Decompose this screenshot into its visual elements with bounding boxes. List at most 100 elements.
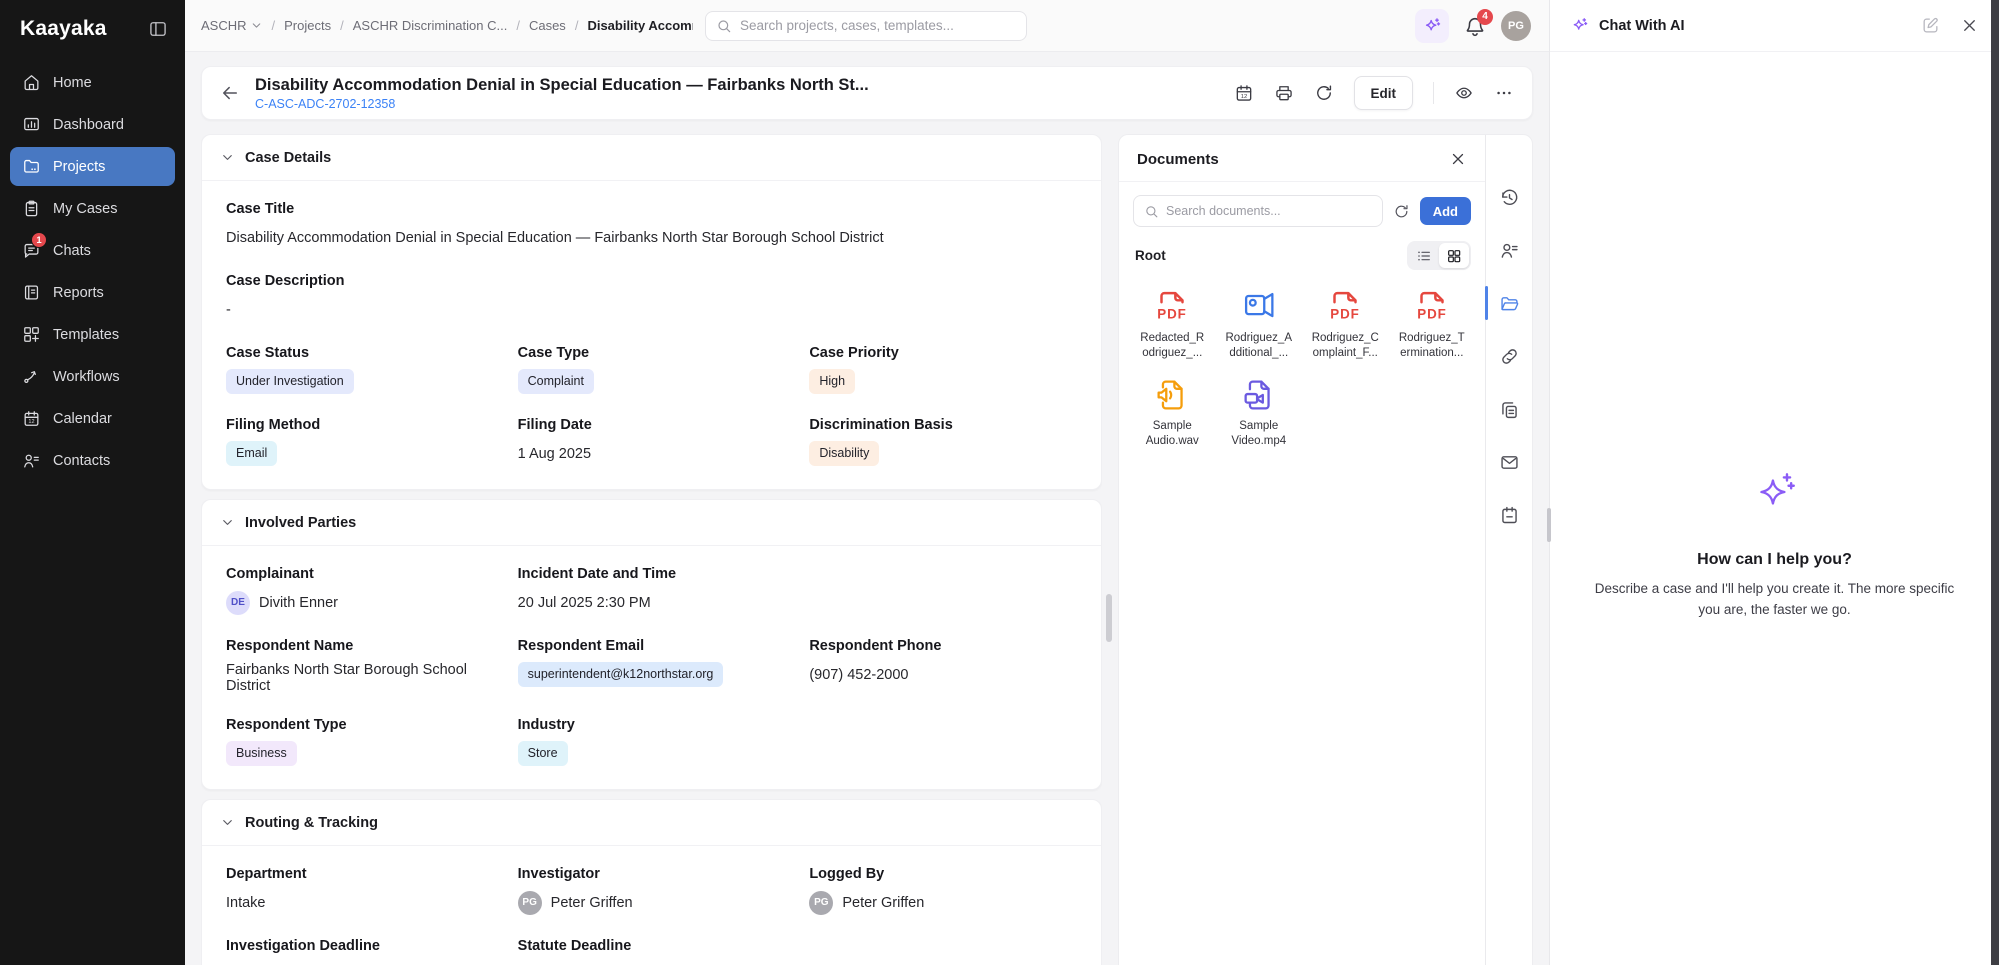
rail-item-mail[interactable] — [1486, 442, 1532, 482]
breadcrumb-item-projects[interactable]: Projects — [284, 18, 331, 33]
documents-root-row: Root — [1119, 233, 1485, 278]
section-title: Involved Parties — [245, 515, 356, 531]
sidebar-item-calendar[interactable]: 12Calendar — [10, 399, 175, 438]
sidebar-item-templates[interactable]: Templates — [10, 315, 175, 354]
file-rodriguez-additional[interactable]: Rodriguez_Additional_... — [1218, 286, 1301, 360]
field-case-description: Case Description- — [226, 273, 1077, 322]
file-sampleaudio-wav[interactable]: SampleAudio.wav — [1131, 374, 1214, 448]
chat-header: Chat With AI — [1550, 0, 1999, 52]
breadcrumb-item-aschr-discrimination-c[interactable]: ASCHR Discrimination C... — [353, 18, 508, 33]
file-video-icon — [1238, 374, 1280, 416]
section-header-routing-tracking[interactable]: Routing & Tracking — [202, 800, 1101, 846]
page-scrollbar[interactable] — [1991, 0, 1999, 965]
sidebar-item-label: Workflows — [53, 369, 120, 385]
user-avatar[interactable]: PG — [1501, 11, 1531, 41]
chat-icon: 1 — [22, 241, 41, 260]
ellipsis-button[interactable] — [1494, 83, 1514, 103]
rail-item-copy[interactable] — [1486, 389, 1532, 429]
file-pdf-icon: PDF — [1151, 286, 1193, 328]
eye-button[interactable] — [1454, 83, 1474, 103]
sidebar-item-contacts[interactable]: Contacts — [10, 441, 175, 480]
case-sections: Case DetailsCase TitleDisability Accommo… — [201, 134, 1102, 965]
chat-empty-state: How can I help you? Describe a case and … — [1550, 467, 1999, 621]
chevron-down-icon — [220, 150, 235, 165]
case-id-link[interactable]: C-ASC-ADC-2702-12358 — [255, 97, 869, 111]
section-header-involved-parties[interactable]: Involved Parties — [202, 500, 1101, 546]
sidebar-item-projects[interactable]: Projects — [10, 147, 175, 186]
ai-assistant-button[interactable] — [1415, 9, 1449, 43]
rail-item-link[interactable] — [1486, 336, 1532, 376]
file-samplevideo-mp4[interactable]: SampleVideo.mp4 — [1218, 374, 1301, 448]
printer-button[interactable] — [1274, 83, 1294, 103]
file-pdf-icon: PDF — [1324, 286, 1366, 328]
sidebar-item-label: Home — [53, 75, 92, 91]
grid-view-button[interactable] — [1439, 243, 1469, 268]
documents-close-icon[interactable] — [1449, 150, 1467, 168]
avatar: DE — [226, 591, 250, 615]
refresh-button[interactable] — [1314, 83, 1334, 103]
field-department: DepartmentIntake — [226, 866, 494, 915]
field-complainant: ComplainantDEDivith Enner — [226, 566, 494, 615]
pill-respondent-type: Business — [226, 741, 297, 765]
sidebar-item-label: Projects — [53, 159, 105, 175]
file-rodriguez-complaint-f[interactable]: PDFRodriguez_Complaint_F... — [1304, 286, 1387, 360]
field-industry: IndustryStore — [518, 717, 786, 766]
edit-button[interactable]: Edit — [1354, 76, 1414, 110]
section-header-case-details[interactable]: Case Details — [202, 135, 1101, 181]
file-name: SampleVideo.mp4 — [1231, 419, 1286, 448]
notification-count-badge: 4 — [1477, 9, 1493, 25]
unread-badge: 1 — [31, 232, 47, 248]
main-scrollbar[interactable] — [1102, 134, 1118, 965]
rail-item-user-list[interactable] — [1486, 230, 1532, 270]
sidebar-item-workflows[interactable]: Workflows — [10, 357, 175, 396]
field-value: Disability Accommodation Denial in Speci… — [226, 230, 884, 246]
documents-search[interactable] — [1133, 195, 1383, 227]
report-icon — [22, 283, 41, 302]
breadcrumb-item-cases[interactable]: Cases — [529, 18, 566, 33]
field-value: - — [226, 302, 231, 318]
calendar-button[interactable]: 12 — [1234, 83, 1254, 103]
list-view-button[interactable] — [1409, 243, 1439, 268]
notifications-button[interactable]: 4 — [1464, 15, 1486, 37]
sidebar-item-dashboard[interactable]: Dashboard — [10, 105, 175, 144]
svg-text:PDF: PDF — [1157, 306, 1187, 321]
file-rodriguez-termination[interactable]: PDFRodriguez_Termination... — [1391, 286, 1474, 360]
sidebar-item-my-cases[interactable]: My Cases — [10, 189, 175, 228]
breadcrumb-separator: / — [516, 18, 520, 33]
sidebar-item-reports[interactable]: Reports — [10, 273, 175, 312]
sidebar-collapse-icon[interactable] — [148, 19, 168, 39]
field-label: Investigation Deadline — [226, 938, 494, 954]
global-search[interactable] — [705, 11, 1027, 41]
home-icon — [22, 73, 41, 92]
sidebar-item-chats[interactable]: 1Chats — [10, 231, 175, 270]
back-button[interactable] — [220, 83, 240, 103]
sidebar-item-label: Reports — [53, 285, 104, 301]
documents-title: Documents — [1137, 151, 1219, 168]
documents-search-input[interactable] — [1166, 204, 1372, 218]
file-name: Rodriguez_Additional_... — [1226, 331, 1292, 360]
documents-refresh-icon[interactable] — [1393, 203, 1410, 220]
panel-resize-handle[interactable] — [1547, 508, 1551, 542]
scrollbar-thumb[interactable] — [1106, 594, 1112, 642]
sidebar-logo-row: Kaayaka — [0, 0, 185, 53]
global-search-input[interactable] — [740, 18, 1016, 33]
new-chat-icon[interactable] — [1921, 16, 1940, 35]
rail-item-history[interactable] — [1486, 177, 1532, 217]
breadcrumb-item-aschr[interactable]: ASCHR — [201, 18, 263, 33]
rail-item-folder-open[interactable] — [1486, 283, 1532, 323]
center-column: ASCHR/Projects/ASCHR Discrimination C...… — [185, 0, 1549, 965]
link-icon — [1499, 346, 1520, 367]
add-document-button[interactable]: Add — [1420, 197, 1471, 225]
field-label: Industry — [518, 717, 786, 733]
file-redacted-rodriguez[interactable]: PDFRedacted_Rodriguez_... — [1131, 286, 1214, 360]
rail-item-note[interactable] — [1486, 495, 1532, 535]
search-icon — [1144, 204, 1159, 219]
case-actions: 12 Edit — [1234, 76, 1515, 110]
sidebar-item-home[interactable]: Home — [10, 63, 175, 102]
field-respondent-name: Respondent NameFairbanks North Star Boro… — [226, 638, 494, 694]
file-grid: PDFRedacted_Rodriguez_... Rodriguez_Addit… — [1119, 278, 1485, 457]
breadcrumb-item-disability-accommodati[interactable]: Disability Accommodati... — [587, 18, 693, 33]
sidebar-item-label: Dashboard — [53, 117, 124, 133]
chat-close-icon[interactable] — [1960, 16, 1979, 35]
field-label: Department — [226, 866, 494, 882]
